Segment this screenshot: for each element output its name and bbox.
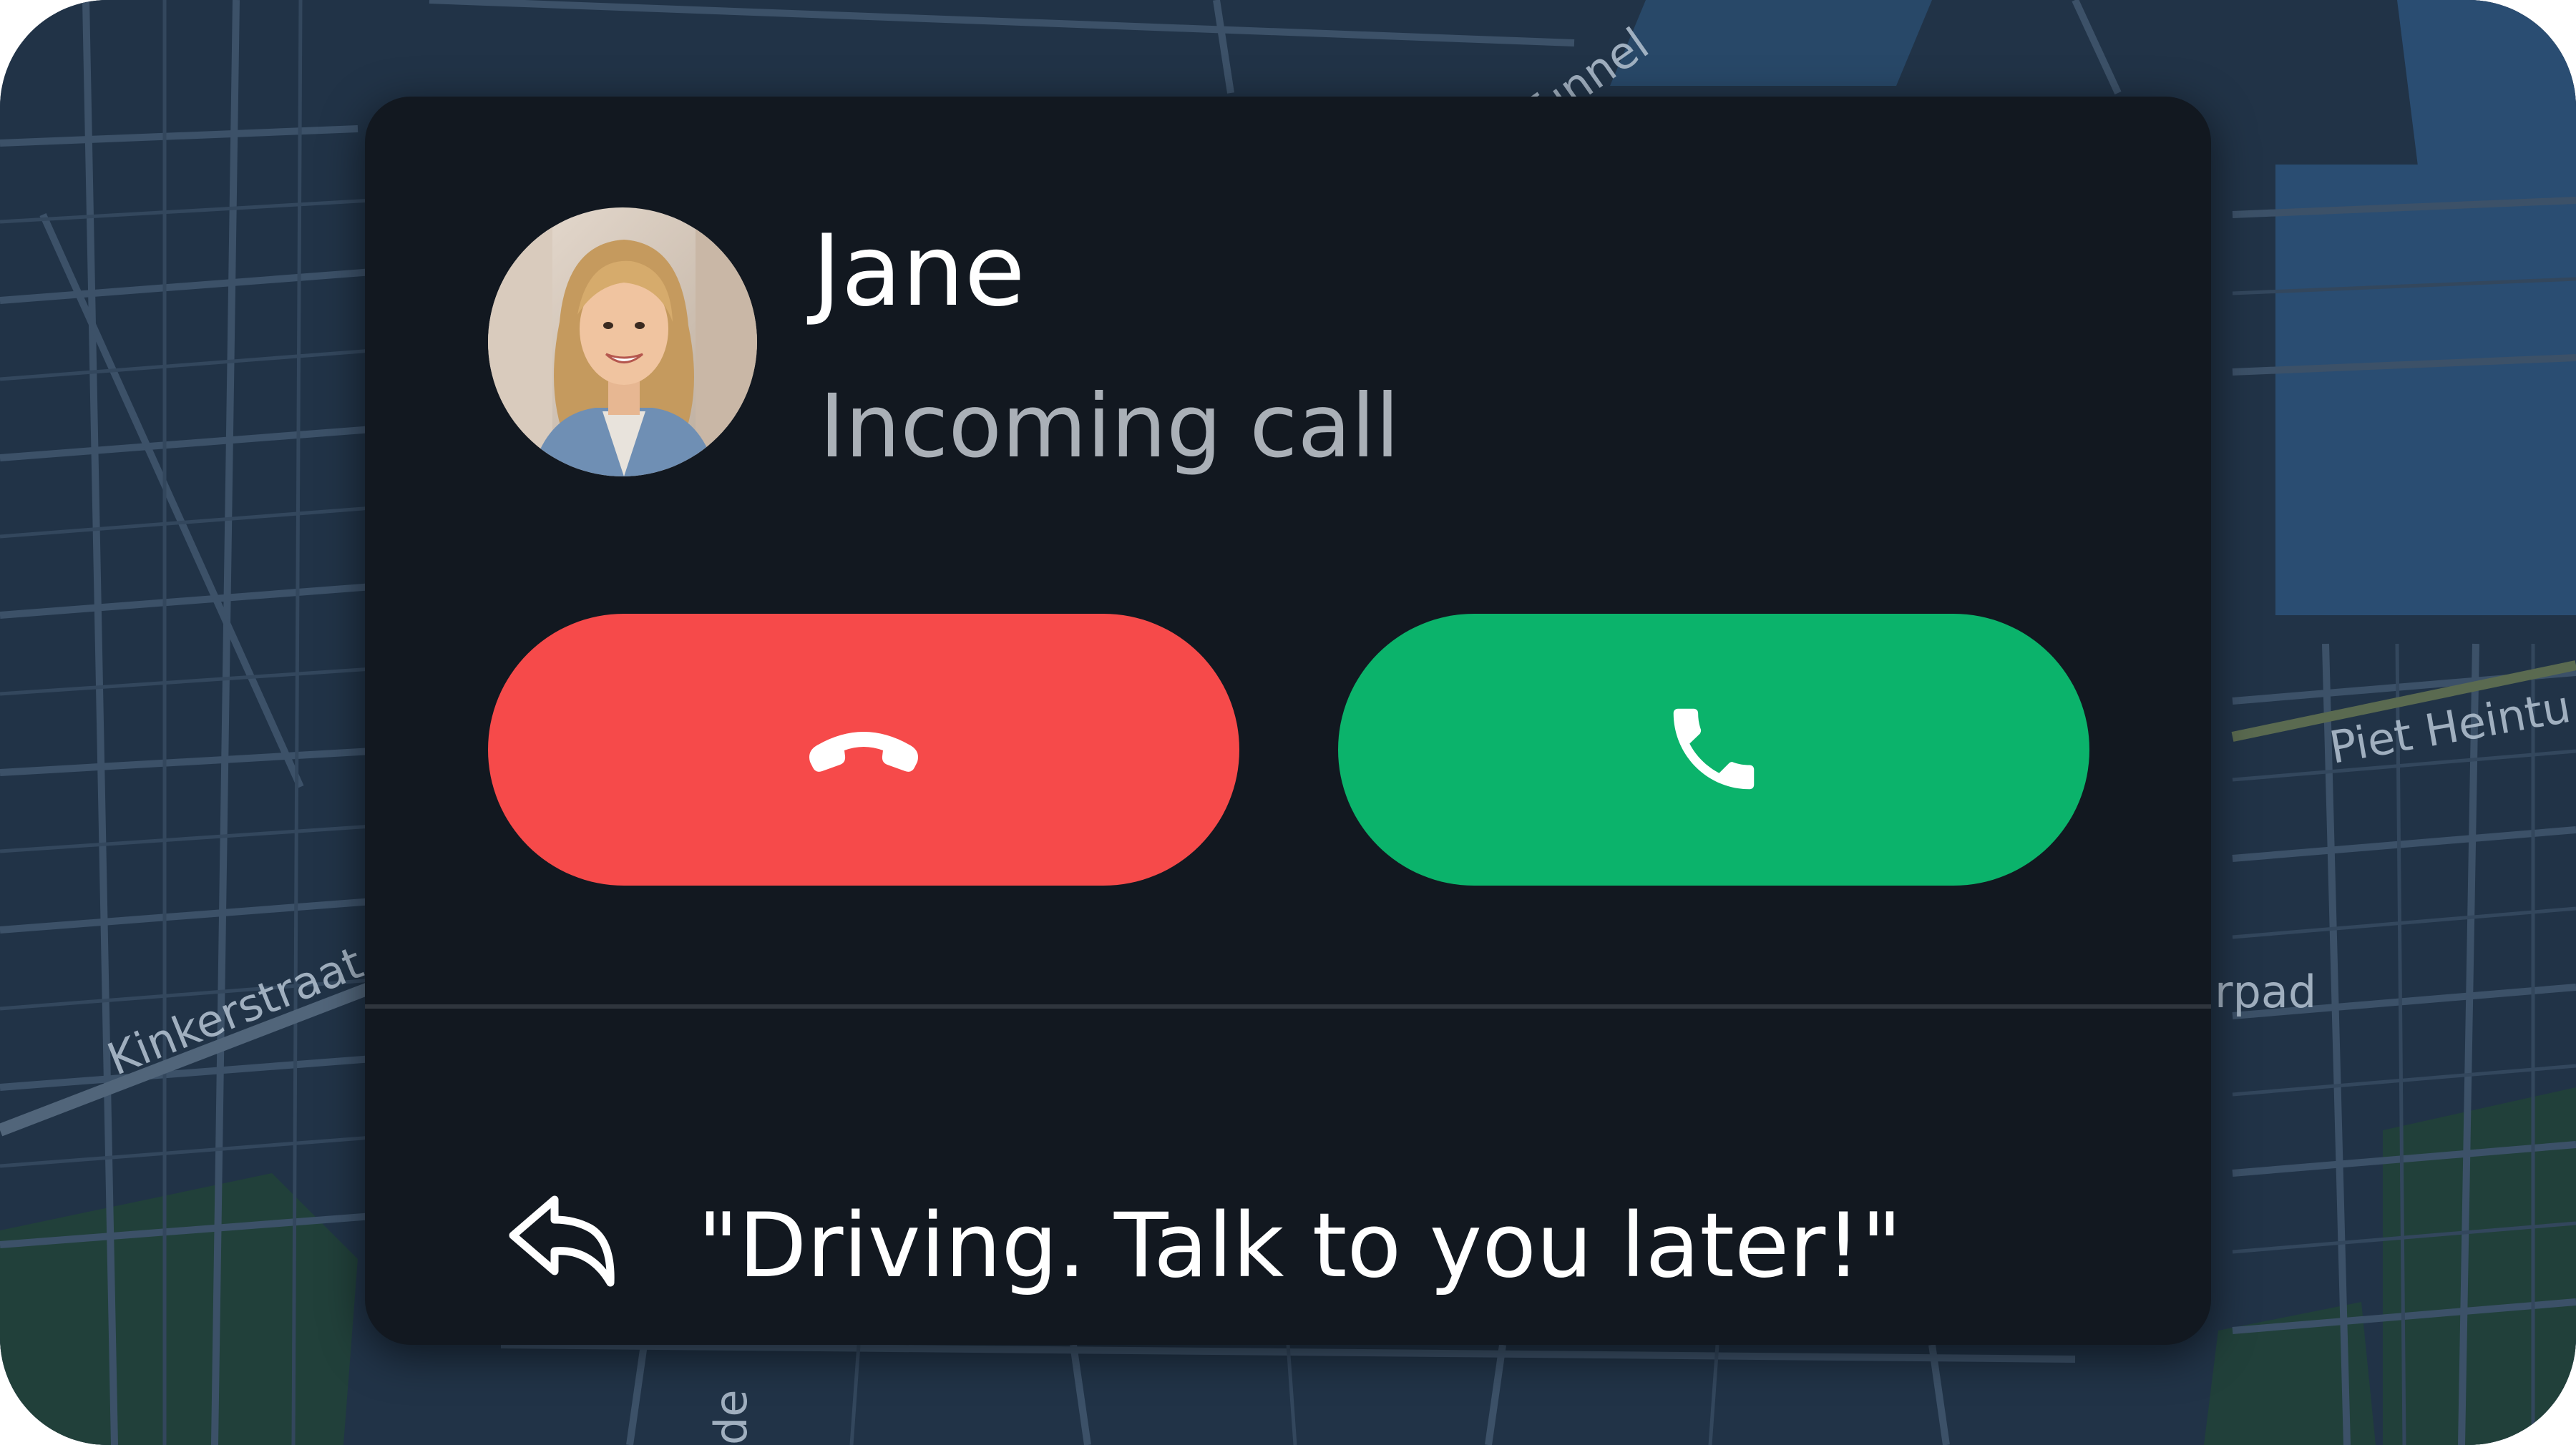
phone-hangup-icon [803,720,924,780]
reply-arrow-icon [504,1191,626,1294]
accept-call-button[interactable] [1338,614,2089,886]
incoming-call-card: Jane Incoming call "Driving. Talk to you… [365,97,2211,1345]
map-street-label: rpad [2215,966,2317,1018]
phone-icon [1660,695,1767,805]
map-street-label: de [705,1389,757,1445]
caller-name: Jane [812,213,1025,328]
caller-avatar [488,207,757,476]
car-display-screen: Kinkerstraat Piet Heintu Tunnel rpad de [0,0,2576,1445]
quick-reply-message: "Driving. Talk to you later!" [698,1195,1903,1298]
decline-call-button[interactable] [488,614,1239,886]
call-status-label: Incoming call [819,376,1400,477]
quick-reply-button[interactable]: "Driving. Talk to you later!" [365,1009,2211,1345]
